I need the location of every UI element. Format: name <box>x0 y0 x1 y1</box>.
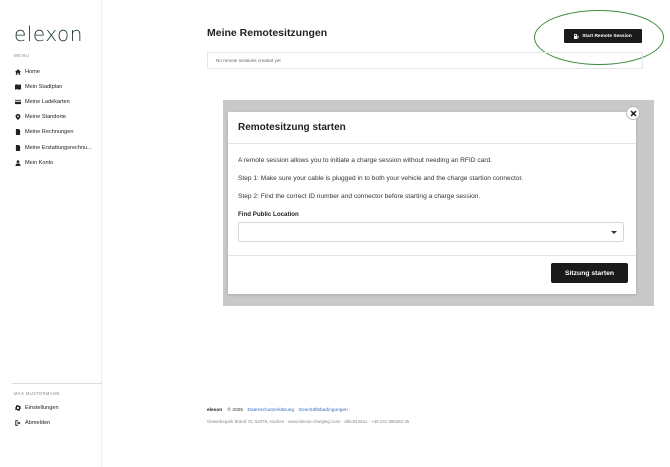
footer-address: Gewerbepark Brand 70, 52078, Aachen · ww… <box>207 419 410 424</box>
logo[interactable]: elexon <box>14 22 83 46</box>
sidebar-item-label: Meine Rechnungen <box>25 129 74 136</box>
sidebar: elexon MENU Home Mein Stadtplan Meine La… <box>0 0 102 467</box>
terms-link[interactable]: Geschäftsbedingungen <box>298 408 347 413</box>
sidebar-item-stadtplan[interactable]: Mein Stadtplan <box>14 79 100 94</box>
public-location-select[interactable] <box>238 222 624 242</box>
sidebar-item-standorte[interactable]: Meine Standorte <box>14 110 100 125</box>
user-name: MAX MUSTERMANN <box>14 391 60 396</box>
sidebar-item-erstattungsrechnungen[interactable]: Meine Erstattungsrechnu... <box>14 140 100 155</box>
modal-intro-text: A remote session allows you to initiate … <box>238 157 492 164</box>
document-icon <box>14 129 21 136</box>
sidebar-item-home[interactable]: Home <box>14 64 100 79</box>
start-remote-session-button[interactable]: Start Remote Session <box>564 29 642 43</box>
empty-state-message: No remote sessions created yet <box>207 52 643 69</box>
user-icon <box>14 159 21 166</box>
sidebar-item-label: Home <box>25 68 40 75</box>
card-icon <box>14 98 21 105</box>
map-icon <box>14 83 21 90</box>
start-session-button[interactable]: Sitzung starten <box>551 263 628 283</box>
modal-title: Remotesitzung starten <box>238 122 346 133</box>
remote-session-modal: Remotesitzung starten A remote session a… <box>228 112 636 294</box>
footer-links: elexon © 2025 Datenschutzerklärung Gesch… <box>207 408 348 413</box>
modal-step2-text: Step 2: Find the correct ID number and c… <box>238 193 481 200</box>
document-icon <box>14 144 21 151</box>
footer-copyright: © 2025 <box>227 408 244 413</box>
sidebar-item-label: Abmelden <box>25 419 51 426</box>
gear-icon <box>14 404 21 411</box>
page-title: Meine Remotesitzungen <box>207 27 328 39</box>
modal-step1-text: Step 1: Make sure your cable is plugged … <box>238 175 524 182</box>
sidebar-bottom-nav: Einstellungen Abmelden <box>14 400 100 430</box>
footer-brand: elexon <box>207 408 223 413</box>
chevron-down-icon <box>611 231 617 234</box>
home-icon <box>14 68 21 75</box>
sidebar-item-label: Einstellungen <box>25 404 59 411</box>
close-icon <box>630 110 636 116</box>
logout-icon <box>14 419 21 426</box>
sidebar-nav: Home Mein Stadtplan Meine Ladekarten Mei… <box>14 64 100 170</box>
start-remote-session-label: Start Remote Session <box>582 33 632 39</box>
sidebar-item-label: Mein Stadtplan <box>25 83 63 90</box>
sidebar-divider <box>12 383 102 384</box>
sidebar-item-einstellungen[interactable]: Einstellungen <box>14 400 100 415</box>
modal-header-divider <box>228 143 636 144</box>
privacy-link[interactable]: Datenschutzerklärung <box>247 408 294 413</box>
modal-footer-divider <box>228 255 636 256</box>
remote-session-icon <box>574 33 579 39</box>
sidebar-item-konto[interactable]: Mein Konto <box>14 155 100 170</box>
location-field-label: Find Public Location <box>238 211 299 218</box>
sidebar-item-label: Meine Erstattungsrechnu... <box>25 144 92 151</box>
empty-state-text: No remote sessions created yet <box>216 58 281 63</box>
sidebar-item-label: Meine Standorte <box>25 114 67 121</box>
sidebar-item-rechnungen[interactable]: Meine Rechnungen <box>14 125 100 140</box>
sidebar-item-label: Meine Ladekarten <box>25 98 70 105</box>
location-pin-icon <box>14 114 21 121</box>
sidebar-item-ladekarten[interactable]: Meine Ladekarten <box>14 94 100 109</box>
menu-label: MENU <box>14 53 30 58</box>
sidebar-item-label: Mein Konto <box>25 159 54 166</box>
close-modal-button[interactable] <box>626 106 640 120</box>
sidebar-item-abmelden[interactable]: Abmelden <box>14 415 100 430</box>
